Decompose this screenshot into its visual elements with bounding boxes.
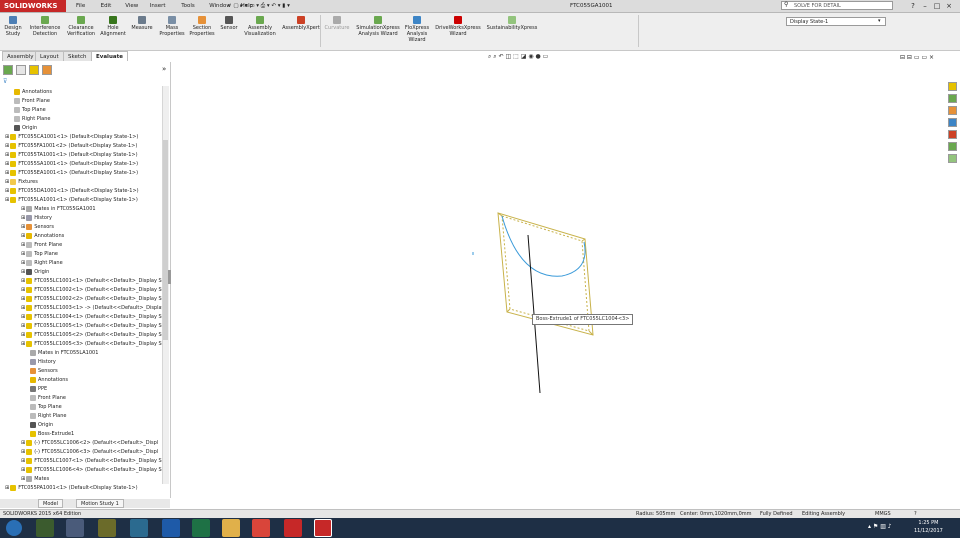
excel-icon[interactable] xyxy=(192,519,210,537)
tooltip: Boss-Extrude1 of FTC055LC1004<3> xyxy=(532,314,634,325)
file-explorer-icon[interactable] xyxy=(222,519,240,537)
solidworks-taskbar-icon[interactable] xyxy=(284,519,302,537)
start-button[interactable] xyxy=(6,520,22,536)
app-icon[interactable] xyxy=(130,519,148,537)
app-icon[interactable] xyxy=(36,519,54,537)
solidworks-taskbar-icon[interactable] xyxy=(314,519,332,537)
graphics-area[interactable] xyxy=(0,0,960,538)
app-icon[interactable] xyxy=(98,519,116,537)
clock-time: 1:25 PM xyxy=(918,520,939,526)
tray-icons[interactable]: ▴ ⚑ ▥ ♪ xyxy=(868,523,892,530)
app-icon[interactable] xyxy=(66,519,84,537)
outlook-icon[interactable] xyxy=(162,519,180,537)
taskbar-clock[interactable]: 1:25 PM 11/12/2017 xyxy=(914,519,943,535)
clock-date: 11/12/2017 xyxy=(914,528,943,534)
sketch-arc[interactable] xyxy=(501,215,586,277)
chrome-icon[interactable] xyxy=(252,519,270,537)
